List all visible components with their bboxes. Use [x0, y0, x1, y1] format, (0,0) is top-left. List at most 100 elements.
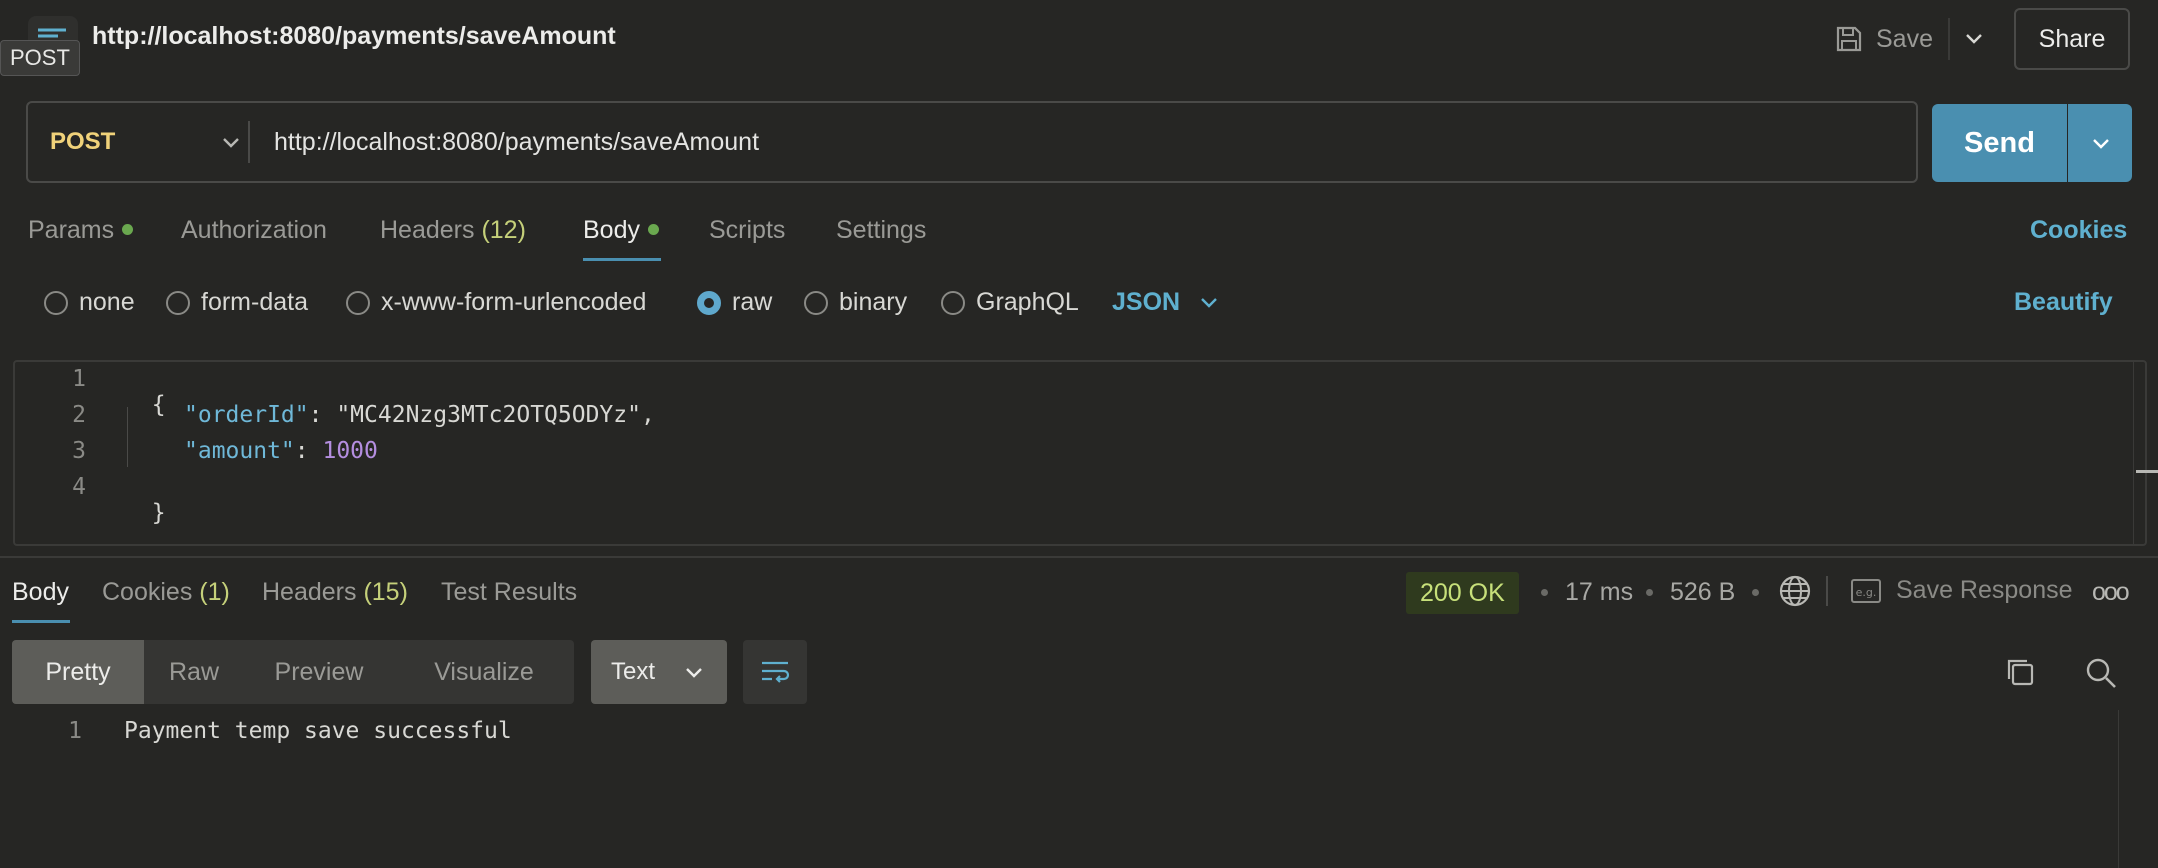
separator-dot: [1646, 589, 1653, 596]
line-number: 3: [72, 438, 86, 464]
tab-authorization-label: Authorization: [181, 216, 327, 244]
body-type-form-data-label: form-data: [201, 288, 308, 316]
divider: [1948, 18, 1950, 60]
globe-icon[interactable]: [1778, 574, 1812, 608]
line-number: 2: [72, 402, 86, 428]
response-tab-test-results[interactable]: Test Results: [441, 578, 577, 607]
response-format-select[interactable]: Text: [591, 640, 727, 704]
response-time[interactable]: 17 ms: [1565, 578, 1633, 607]
pane-divider[interactable]: [0, 556, 2158, 558]
response-tab-cookies-label: Cookies: [102, 578, 193, 606]
json-number-value: 1000: [322, 438, 378, 464]
search-icon[interactable]: [2084, 656, 2118, 690]
chevron-down-icon: [2093, 139, 2109, 149]
response-size[interactable]: 526 B: [1670, 578, 1735, 607]
radio-icon: [166, 290, 190, 315]
method-select[interactable]: POST: [50, 103, 115, 181]
radio-icon: [941, 290, 965, 315]
body-type-raw-label: raw: [732, 288, 773, 316]
share-button[interactable]: Share: [2014, 8, 2130, 70]
tab-scripts-label: Scripts: [709, 216, 786, 244]
code-line: "amount": 1000: [184, 438, 378, 464]
json-key: "amount": [184, 438, 295, 464]
separator-dot: [1541, 589, 1548, 596]
request-tab-title[interactable]: http://localhost:8080/payments/saveAmoun…: [92, 22, 616, 51]
response-tab-body[interactable]: Body: [12, 578, 69, 607]
tab-body[interactable]: Body: [583, 216, 659, 245]
view-mode-preview[interactable]: Preview: [244, 640, 394, 704]
tab-headers[interactable]: Headers (12): [380, 216, 526, 245]
body-type-graphql[interactable]: GraphQL: [941, 288, 1079, 317]
radio-icon: [804, 290, 828, 315]
body-type-form-data[interactable]: form-data: [166, 288, 308, 317]
top-bar: http://localhost:8080/payments/saveAmoun…: [0, 0, 2158, 78]
response-tab-headers-label: Headers: [262, 578, 357, 606]
body-type-none[interactable]: none: [44, 288, 135, 317]
response-body-text: Payment temp save successful: [124, 718, 512, 744]
body-type-raw[interactable]: raw: [697, 288, 772, 317]
response-headers-count: (15): [363, 578, 408, 606]
body-type-binary[interactable]: binary: [804, 288, 907, 317]
cookies-link[interactable]: Cookies: [2030, 216, 2127, 245]
method-tooltip: POST: [0, 40, 80, 76]
response-format-label: Text: [611, 658, 656, 685]
send-button[interactable]: Send: [1932, 104, 2067, 182]
tab-headers-label: Headers: [380, 216, 475, 244]
wrap-icon: [762, 661, 790, 683]
chevron-down-icon: [1201, 297, 1217, 308]
language-select[interactable]: JSON: [1112, 288, 1220, 317]
body-type-none-label: none: [79, 288, 135, 316]
save-icon: [1836, 26, 1862, 52]
example-icon: e.g.: [1851, 578, 1881, 603]
json-brace: }: [151, 500, 166, 526]
view-mode-raw[interactable]: Raw: [144, 640, 244, 704]
wrap-lines-button[interactable]: [743, 640, 807, 704]
response-tab-headers[interactable]: Headers (15): [262, 578, 408, 607]
save-response-button[interactable]: e.g. Save Response: [1850, 576, 2073, 605]
body-type-graphql-label: GraphQL: [976, 288, 1079, 316]
code-line: "orderId": "MC42Nzg3MTc2OTQ5ODYz",: [184, 402, 655, 428]
url-input[interactable]: http://localhost:8080/payments/saveAmoun…: [274, 103, 759, 181]
tab-params-label: Params: [28, 216, 115, 244]
copy-icon[interactable]: [2004, 656, 2036, 688]
body-type-binary-label: binary: [839, 288, 908, 316]
status-badge[interactable]: 200 OK: [1406, 572, 1519, 614]
beautify-button[interactable]: Beautify: [2014, 288, 2113, 317]
radio-selected-icon: [697, 290, 721, 315]
response-tab-cookies[interactable]: Cookies (1): [102, 578, 230, 607]
save-options-chevron-icon[interactable]: [1960, 26, 1988, 52]
line-number: 1: [68, 718, 82, 744]
send-options-button[interactable]: [2068, 104, 2132, 182]
chevron-down-icon: [686, 668, 702, 678]
cookies-count: (1): [199, 578, 230, 606]
status-dot: [122, 223, 134, 235]
body-type-urlencoded-label: x-www-form-urlencoded: [381, 288, 647, 316]
url-bar: POST http://localhost:8080/payments/save…: [26, 101, 1918, 183]
response-scrollbar[interactable]: [2118, 710, 2158, 868]
divider: [248, 121, 250, 163]
tab-authorization[interactable]: Authorization: [181, 216, 327, 245]
tab-settings-label: Settings: [836, 216, 927, 244]
tab-settings[interactable]: Settings: [836, 216, 926, 245]
radio-icon: [44, 290, 68, 315]
response-tab-body-label: Body: [12, 578, 69, 606]
view-mode-visualize[interactable]: Visualize: [394, 640, 574, 704]
more-options-icon[interactable]: ooo: [2092, 578, 2130, 607]
separator-dot: [1752, 589, 1759, 596]
chevron-down-icon[interactable]: [220, 135, 242, 151]
save-button[interactable]: Save: [1834, 18, 1933, 60]
code-line: }: [124, 474, 166, 526]
active-tab-indicator: [12, 620, 70, 623]
editor-scrollbar[interactable]: [2133, 362, 2158, 544]
scroll-thumb[interactable]: [2136, 470, 2158, 473]
tab-scripts[interactable]: Scripts: [709, 216, 785, 245]
active-tab-indicator: [583, 258, 661, 261]
divider: [1826, 576, 1828, 606]
json-string-value: "MC42Nzg3MTc2OTQ5ODYz": [336, 402, 641, 428]
tab-params[interactable]: Params: [28, 216, 134, 245]
headers-count: (12): [481, 216, 526, 244]
body-type-urlencoded[interactable]: x-www-form-urlencoded: [346, 288, 646, 317]
view-mode-pretty[interactable]: Pretty: [12, 640, 144, 704]
save-label: Save: [1876, 24, 1933, 53]
json-brace: {: [151, 392, 166, 418]
